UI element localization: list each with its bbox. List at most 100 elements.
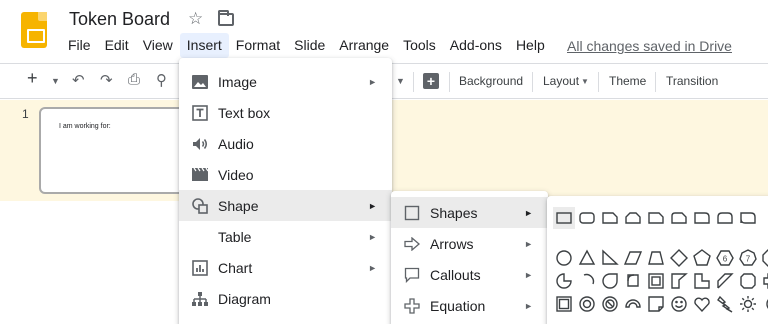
triangle-shape-icon[interactable] bbox=[576, 247, 598, 269]
undo-icon[interactable]: ↶ bbox=[72, 71, 85, 89]
bevel-shape-icon[interactable] bbox=[553, 293, 575, 315]
moon-shape-icon[interactable] bbox=[760, 293, 768, 315]
round-same-side-rectangle-shape-icon[interactable] bbox=[714, 207, 736, 229]
oval-shape-icon[interactable] bbox=[553, 247, 575, 269]
insert-text-box-item[interactable]: Text box bbox=[179, 97, 392, 128]
teardrop-shape-icon[interactable] bbox=[599, 270, 621, 292]
menu-item-label: Chart bbox=[218, 259, 253, 276]
paint-format-icon[interactable]: ⚲ bbox=[156, 71, 167, 89]
menu-format[interactable]: Format bbox=[229, 33, 287, 58]
half-frame-shape-icon[interactable] bbox=[645, 270, 667, 292]
insert-shape-item[interactable]: Shape ► bbox=[179, 190, 392, 221]
snip-corner-rectangle-shape-icon[interactable] bbox=[599, 207, 621, 229]
submenu-arrow-icon: ► bbox=[524, 207, 533, 218]
can-shape-icon[interactable] bbox=[760, 270, 768, 292]
transition-button[interactable]: Transition bbox=[666, 74, 718, 88]
save-status-link[interactable]: All changes saved in Drive bbox=[567, 38, 732, 54]
toolbar-divider bbox=[532, 72, 533, 92]
shape-icon bbox=[191, 197, 209, 215]
diamond-shape-icon[interactable] bbox=[668, 247, 690, 269]
layout-button[interactable]: Layout bbox=[543, 74, 579, 88]
insert-image-item[interactable]: Image ► bbox=[179, 66, 392, 97]
round-single-corner-rectangle-shape-icon[interactable] bbox=[691, 207, 713, 229]
theme-button[interactable]: Theme bbox=[609, 74, 646, 88]
slides-logo-icon[interactable] bbox=[21, 12, 47, 48]
redo-icon[interactable]: ↷ bbox=[100, 71, 113, 89]
menu-bar: File Edit View Insert Format Slide Arran… bbox=[61, 33, 552, 58]
menu-slide[interactable]: Slide bbox=[287, 33, 332, 58]
new-slide-icon[interactable]: + bbox=[27, 68, 38, 89]
menu-view[interactable]: View bbox=[136, 33, 180, 58]
insert-audio-item[interactable]: Audio bbox=[179, 128, 392, 159]
plaque-shape-icon[interactable] bbox=[737, 270, 759, 292]
menu-help[interactable]: Help bbox=[509, 33, 552, 58]
donut-shape-icon[interactable] bbox=[576, 293, 598, 315]
menu-file[interactable]: File bbox=[61, 33, 98, 58]
insert-chart-item[interactable]: Chart ► bbox=[179, 252, 392, 283]
diagonal-stripe-shape-icon[interactable] bbox=[691, 270, 713, 292]
parallelogram-shape-icon[interactable] bbox=[622, 247, 644, 269]
chord-shape-icon[interactable] bbox=[576, 270, 598, 292]
arrows-item[interactable]: Arrows ► bbox=[391, 228, 548, 259]
slide-number: 1 bbox=[22, 107, 29, 121]
sun-shape-icon[interactable] bbox=[737, 293, 759, 315]
heptagon-shape-icon[interactable]: 7 bbox=[737, 247, 759, 269]
submenu-arrow-icon: ► bbox=[368, 262, 377, 273]
frame-shape-icon[interactable] bbox=[622, 270, 644, 292]
menu-insert[interactable]: Insert bbox=[179, 33, 229, 58]
octagon-shape-icon[interactable]: 8 bbox=[760, 247, 768, 269]
pie-shape-icon[interactable] bbox=[553, 270, 575, 292]
print-icon[interactable]: ⎙ bbox=[128, 71, 140, 88]
slide-thumbnail[interactable]: I am working for: bbox=[39, 107, 189, 194]
menu-addons[interactable]: Add-ons bbox=[443, 33, 509, 58]
round-snip-rectangle-shape-icon[interactable] bbox=[668, 207, 690, 229]
submenu-arrow-icon: ► bbox=[524, 238, 533, 249]
document-title[interactable]: Token Board bbox=[69, 9, 170, 30]
background-button[interactable]: Background bbox=[459, 74, 523, 88]
add-comment-icon[interactable]: + bbox=[423, 73, 439, 89]
menu-arrange[interactable]: Arrange bbox=[332, 33, 396, 58]
shapes-gallery: 6 7 8 bbox=[547, 196, 768, 324]
rounded-rectangle-shape-icon[interactable] bbox=[576, 207, 598, 229]
callout-icon bbox=[404, 267, 420, 283]
right-triangle-shape-icon[interactable] bbox=[599, 247, 621, 269]
shapes-item[interactable]: Shapes ► bbox=[391, 197, 548, 228]
submenu-arrow-icon: ► bbox=[524, 269, 533, 280]
pentagon-shape-icon[interactable] bbox=[691, 247, 713, 269]
slide-thumbnail-text: I am working for: bbox=[59, 123, 111, 130]
folded-corner-shape-icon[interactable] bbox=[645, 293, 667, 315]
block-arc-shape-icon[interactable] bbox=[622, 293, 644, 315]
trapezoid-shape-icon[interactable] bbox=[645, 247, 667, 269]
equation-item[interactable]: Equation ► bbox=[391, 290, 548, 321]
diagram-icon bbox=[191, 290, 209, 308]
new-slide-dropdown-icon[interactable]: ▼ bbox=[51, 76, 60, 86]
shapes-row-basic: 6 7 8 bbox=[553, 247, 768, 269]
layout-dropdown-icon[interactable]: ▼ bbox=[581, 77, 589, 86]
menu-tools[interactable]: Tools bbox=[396, 33, 443, 58]
insert-menu: Image ► Text box Audio Video Shape ► Tab… bbox=[179, 58, 392, 324]
insert-table-item[interactable]: Table ► bbox=[179, 221, 392, 252]
equation-icon bbox=[404, 297, 420, 314]
snip-same-side-rectangle-shape-icon[interactable] bbox=[622, 207, 644, 229]
menu-item-label: Table bbox=[218, 228, 252, 245]
menu-edit[interactable]: Edit bbox=[98, 33, 136, 58]
smiley-face-shape-icon[interactable] bbox=[668, 293, 690, 315]
line-dropdown-icon[interactable]: ▼ bbox=[396, 76, 405, 86]
lightning-bolt-shape-icon[interactable] bbox=[714, 293, 736, 315]
insert-diagram-item[interactable]: Diagram bbox=[179, 283, 392, 314]
round-diagonal-rectangle-shape-icon[interactable] bbox=[737, 207, 759, 229]
move-folder-icon[interactable] bbox=[218, 10, 234, 26]
hexagon-shape-icon[interactable]: 6 bbox=[714, 247, 736, 269]
menu-item-label: Video bbox=[218, 166, 254, 183]
callouts-item[interactable]: Callouts ► bbox=[391, 259, 548, 290]
snip-diagonal-rectangle-shape-icon[interactable] bbox=[645, 207, 667, 229]
heart-shape-icon[interactable] bbox=[691, 293, 713, 315]
text-box-icon bbox=[191, 104, 209, 122]
insert-video-item[interactable]: Video bbox=[179, 159, 392, 190]
star-icon[interactable]: ☆ bbox=[188, 9, 203, 29]
cross-shape-icon[interactable] bbox=[714, 270, 736, 292]
no-symbol-shape-icon[interactable] bbox=[599, 293, 621, 315]
l-shape-icon[interactable] bbox=[668, 270, 690, 292]
menu-item-label: Image bbox=[218, 73, 257, 90]
rectangle-shape-icon[interactable] bbox=[553, 207, 575, 229]
